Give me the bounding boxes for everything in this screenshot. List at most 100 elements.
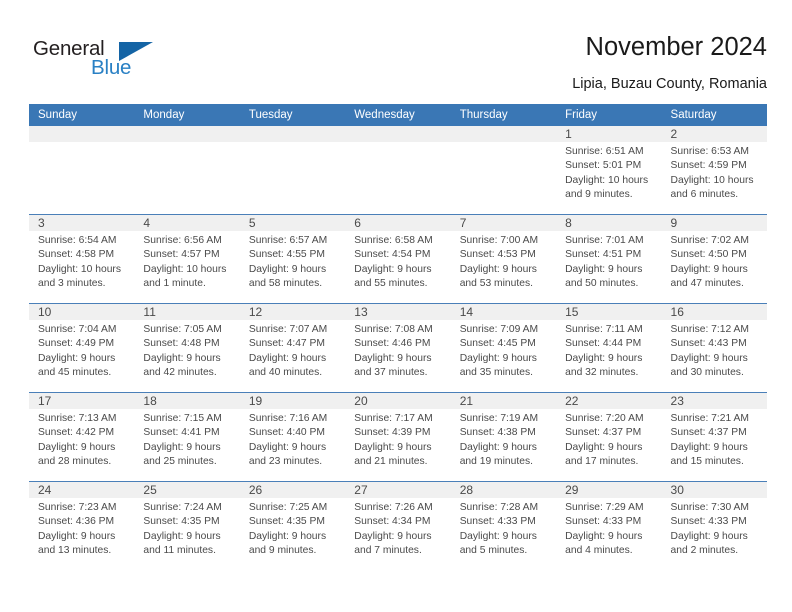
day-cell[interactable]: Sunrise: 7:02 AM Sunset: 4:50 PM Daylight:… xyxy=(662,231,767,303)
day-cell[interactable]: Sunrise: 6:51 AM Sunset: 5:01 PM Daylight:… xyxy=(556,142,661,214)
day-cell-empty xyxy=(134,142,239,214)
day-number[interactable]: 16 xyxy=(662,304,767,320)
day-number[interactable]: 18 xyxy=(134,393,239,409)
day-cell[interactable]: Sunrise: 7:29 AM Sunset: 4:33 PM Daylight:… xyxy=(556,498,661,570)
day-cell[interactable]: Sunrise: 7:05 AM Sunset: 4:48 PM Daylight:… xyxy=(134,320,239,392)
week-body: Sunrise: 7:13 AM Sunset: 4:42 PM Daylight:… xyxy=(29,409,767,481)
daylight-text: Daylight: 9 hours xyxy=(459,530,537,542)
day-cell[interactable]: Sunrise: 7:13 AM Sunset: 4:42 PM Daylight:… xyxy=(29,409,134,481)
daylight-text: and 35 minutes. xyxy=(459,367,533,379)
sunrise-text: Sunrise: 7:07 AM xyxy=(248,324,328,335)
day-number[interactable]: 24 xyxy=(29,482,134,498)
day-number[interactable]: 11 xyxy=(134,304,239,320)
day-number[interactable]: 23 xyxy=(662,393,767,409)
day-cell[interactable]: Sunrise: 7:07 AM Sunset: 4:47 PM Daylight:… xyxy=(240,320,345,392)
week-date-strip: 17 18 19 20 21 22 23 xyxy=(29,393,767,409)
sunrise-text: Sunrise: 7:26 AM xyxy=(354,502,433,513)
sunset-text: Sunset: 4:46 PM xyxy=(354,338,431,350)
day-number[interactable]: 28 xyxy=(451,482,556,498)
sunset-text: Sunset: 4:50 PM xyxy=(670,249,747,261)
weekday-header-tuesday: Tuesday xyxy=(248,109,293,121)
sunrise-text: Sunrise: 7:02 AM xyxy=(670,235,749,246)
day-cell[interactable]: Sunrise: 7:00 AM Sunset: 4:53 PM Daylight:… xyxy=(451,231,556,303)
day-cell[interactable]: Sunrise: 7:01 AM Sunset: 4:51 PM Daylight:… xyxy=(556,231,661,303)
day-cell[interactable]: Sunrise: 6:58 AM Sunset: 4:54 PM Daylight:… xyxy=(345,231,450,303)
day-number[interactable]: 30 xyxy=(662,482,767,498)
day-number[interactable]: 22 xyxy=(556,393,661,409)
day-number[interactable]: 13 xyxy=(345,304,450,320)
day-cell[interactable]: Sunrise: 7:26 AM Sunset: 4:34 PM Daylight:… xyxy=(345,498,450,570)
day-number[interactable]: 9 xyxy=(662,215,767,231)
day-cell[interactable]: Sunrise: 6:56 AM Sunset: 4:57 PM Daylight:… xyxy=(134,231,239,303)
day-number[interactable]: 17 xyxy=(29,393,134,409)
sunset-text: Sunset: 4:35 PM xyxy=(248,516,325,528)
day-number[interactable]: 27 xyxy=(345,482,450,498)
day-number[interactable]: 29 xyxy=(556,482,661,498)
day-number[interactable]: 8 xyxy=(556,215,661,231)
week-date-strip: 10 11 12 13 14 15 16 xyxy=(29,304,767,320)
day-cell[interactable]: Sunrise: 7:23 AM Sunset: 4:36 PM Daylight:… xyxy=(29,498,134,570)
day-cell[interactable]: Sunrise: 7:20 AM Sunset: 4:37 PM Daylight:… xyxy=(556,409,661,481)
day-number[interactable]: 25 xyxy=(134,482,239,498)
daylight-text: Daylight: 9 hours xyxy=(38,352,116,364)
day-cell[interactable]: Sunrise: 7:17 AM Sunset: 4:39 PM Daylight:… xyxy=(345,409,450,481)
day-number[interactable]: 10 xyxy=(29,304,134,320)
day-number[interactable]: 2 xyxy=(662,126,767,142)
week-date-strip: 3456789 xyxy=(29,215,767,231)
day-cell[interactable]: Sunrise: 6:53 AM Sunset: 4:59 PM Daylight:… xyxy=(662,142,767,214)
day-number-empty xyxy=(240,126,345,142)
day-number[interactable]: 14 xyxy=(451,304,556,320)
day-cell[interactable]: Sunrise: 7:15 AM Sunset: 4:41 PM Daylight:… xyxy=(134,409,239,481)
day-number[interactable]: 26 xyxy=(240,482,345,498)
daylight-text: Daylight: 9 hours xyxy=(565,441,643,453)
day-number[interactable]: 20 xyxy=(345,393,450,409)
daylight-text: Daylight: 9 hours xyxy=(354,352,432,364)
daylight-text: and 3 minutes. xyxy=(38,278,106,290)
day-number[interactable]: 12 xyxy=(240,304,345,320)
day-cell[interactable]: Sunrise: 7:24 AM Sunset: 4:35 PM Daylight:… xyxy=(134,498,239,570)
daylight-text: and 30 minutes. xyxy=(670,367,744,379)
daylight-text: and 19 minutes. xyxy=(459,456,533,468)
logo-word-blue: Blue xyxy=(91,56,132,79)
day-number[interactable]: 21 xyxy=(451,393,556,409)
day-cell[interactable]: Sunrise: 7:04 AM Sunset: 4:49 PM Daylight:… xyxy=(29,320,134,392)
day-cell[interactable]: Sunrise: 7:28 AM Sunset: 4:33 PM Daylight:… xyxy=(451,498,556,570)
day-cell[interactable]: Sunrise: 7:11 AM Sunset: 4:44 PM Daylight:… xyxy=(556,320,661,392)
day-number-empty xyxy=(451,126,556,142)
day-cell[interactable]: Sunrise: 7:19 AM Sunset: 4:38 PM Daylight:… xyxy=(451,409,556,481)
day-cell[interactable]: Sunrise: 7:25 AM Sunset: 4:35 PM Daylight:… xyxy=(240,498,345,570)
day-number[interactable]: 5 xyxy=(240,215,345,231)
day-number[interactable]: 6 xyxy=(345,215,450,231)
sunset-text: Sunset: 5:01 PM xyxy=(565,160,642,172)
day-number[interactable]: 15 xyxy=(556,304,661,320)
daylight-text: Daylight: 9 hours xyxy=(354,263,432,275)
daylight-text: and 9 minutes. xyxy=(248,545,317,557)
day-number[interactable]: 7 xyxy=(451,215,556,231)
generalblue-logo[interactable]: General Blue xyxy=(33,38,203,86)
day-cell[interactable]: Sunrise: 7:09 AM Sunset: 4:45 PM Daylight:… xyxy=(451,320,556,392)
daylight-text: and 47 minutes. xyxy=(670,278,744,290)
daylight-text: and 37 minutes. xyxy=(354,367,428,379)
day-cell[interactable]: Sunrise: 6:54 AM Sunset: 4:58 PM Daylight:… xyxy=(29,231,134,303)
daylight-text: Daylight: 9 hours xyxy=(670,530,748,542)
day-cell[interactable]: Sunrise: 7:21 AM Sunset: 4:37 PM Daylight:… xyxy=(662,409,767,481)
sunrise-text: Sunrise: 6:51 AM xyxy=(565,146,644,157)
sunrise-text: Sunrise: 7:08 AM xyxy=(354,324,433,335)
sunrise-text: Sunrise: 7:05 AM xyxy=(143,324,222,335)
day-cell[interactable]: Sunrise: 6:57 AM Sunset: 4:55 PM Daylight:… xyxy=(240,231,345,303)
day-cell[interactable]: Sunrise: 7:08 AM Sunset: 4:46 PM Daylight:… xyxy=(345,320,450,392)
day-cell[interactable]: Sunrise: 7:30 AM Sunset: 4:33 PM Daylight:… xyxy=(662,498,767,570)
sunrise-text: Sunrise: 7:04 AM xyxy=(38,324,117,335)
daylight-text: and 50 minutes. xyxy=(565,278,639,290)
calendar-page: General Blue November 2024 Lipia, Buzau … xyxy=(0,0,792,612)
day-number[interactable]: 4 xyxy=(134,215,239,231)
day-number[interactable]: 1 xyxy=(556,126,661,142)
sunrise-text: Sunrise: 7:29 AM xyxy=(565,502,644,513)
day-number[interactable]: 19 xyxy=(240,393,345,409)
day-number[interactable]: 3 xyxy=(29,215,134,231)
day-cell[interactable]: Sunrise: 7:12 AM Sunset: 4:43 PM Daylight:… xyxy=(662,320,767,392)
day-cell[interactable]: Sunrise: 7:16 AM Sunset: 4:40 PM Daylight:… xyxy=(240,409,345,481)
sunset-text: Sunset: 4:33 PM xyxy=(565,516,642,528)
sunset-text: Sunset: 4:37 PM xyxy=(670,427,747,439)
weekday-header-wednesday: Wednesday xyxy=(354,109,415,121)
